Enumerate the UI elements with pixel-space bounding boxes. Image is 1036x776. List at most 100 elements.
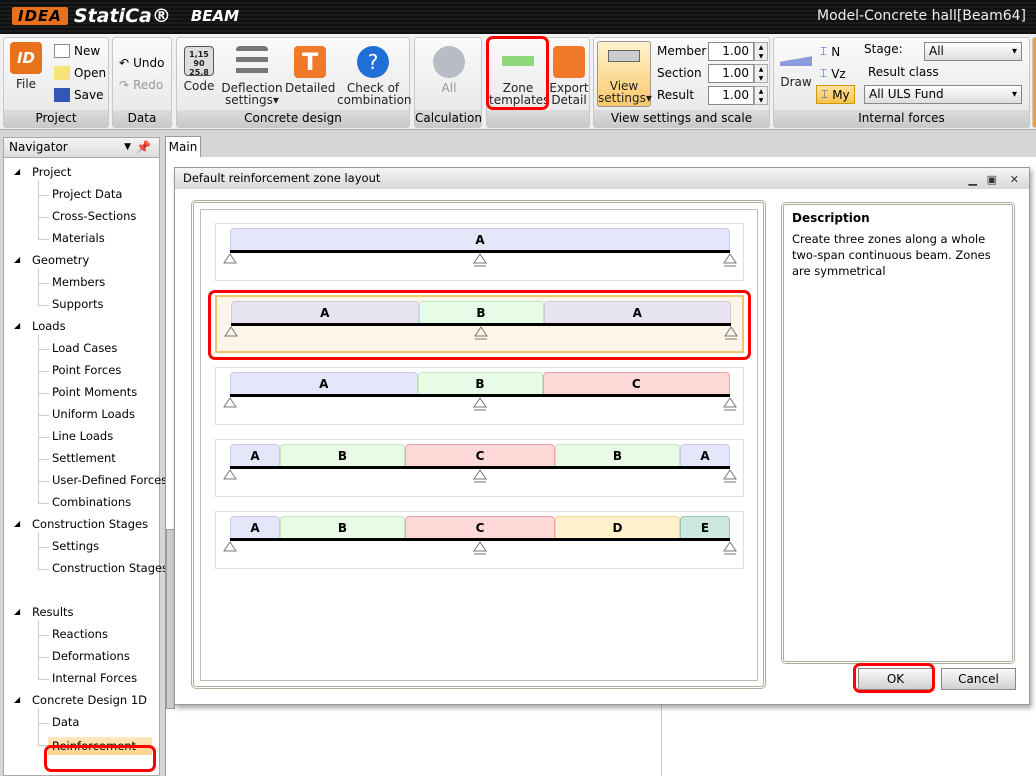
member-spinner[interactable]: ▲ ▼ <box>754 42 768 61</box>
deflection-settings-button[interactable]: Deflection settings▾ <box>221 46 283 106</box>
detailed-icon: T <box>294 46 326 78</box>
nav-group[interactable]: Project <box>32 165 71 179</box>
result-label: Result <box>657 88 695 102</box>
undo-button[interactable]: ↶ Undo <box>119 56 164 70</box>
template-item[interactable]: ABCDE <box>215 511 744 569</box>
nav-group[interactable]: Geometry <box>32 253 89 267</box>
zone-c: C <box>405 444 555 467</box>
nav-item[interactable]: Settings <box>52 539 99 553</box>
template-item[interactable]: A <box>215 223 744 281</box>
n-button[interactable]: ⌶ N <box>820 44 840 59</box>
calculate-all-button[interactable]: All <box>429 46 469 94</box>
draw-label: Draw <box>780 75 812 89</box>
tree-connector <box>39 547 49 548</box>
templates-list[interactable]: AABAABCABCBAABCDE <box>200 209 758 681</box>
tree-connector <box>39 459 49 460</box>
nav-item[interactable]: Construction Stages <box>52 561 168 575</box>
save-button[interactable]: Save <box>54 88 103 102</box>
template-item[interactable]: ABC <box>215 367 744 425</box>
nav-item[interactable]: Supports <box>52 297 103 311</box>
template-item[interactable]: ABCBA <box>215 439 744 497</box>
result-spinner[interactable]: ▲ ▼ <box>754 86 768 105</box>
result-scale-input[interactable]: 1.00 <box>708 86 754 105</box>
my-label: My <box>832 87 850 102</box>
nav-item[interactable]: Settlement <box>52 451 116 465</box>
export-icon <box>553 46 585 78</box>
nav-item[interactable]: Deformations <box>52 649 130 663</box>
check-label-2: combination <box>337 93 412 107</box>
nav-item[interactable]: Point Forces <box>52 363 121 377</box>
my-button[interactable]: ⌶ My <box>816 85 855 104</box>
section-label: Section <box>657 66 702 80</box>
ribbon: ID File New Open Save Project ↶ Undo ↷ Red… <box>0 34 1036 130</box>
nav-item[interactable]: Internal Forces <box>52 671 137 685</box>
nav-item[interactable]: Reactions <box>52 627 108 641</box>
group-concrete-design: 1,15 90 25.8 Code Deflection settings▾ T De… <box>176 37 412 128</box>
nav-item[interactable]: Uniform Loads <box>52 407 135 421</box>
draw-button[interactable]: Draw <box>778 52 814 88</box>
redo-button[interactable]: ↷ Redo <box>119 78 163 92</box>
navigator-title: Navigator <box>9 140 68 154</box>
nav-item[interactable]: Point Moments <box>52 385 137 399</box>
code-button[interactable]: 1,15 90 25.8 Code <box>181 46 217 92</box>
undo-icon: ↶ <box>119 56 130 70</box>
zone-a: A <box>230 372 418 395</box>
nav-item[interactable]: Project Data <box>52 187 122 201</box>
expand-icon[interactable]: ◢ <box>14 321 20 330</box>
open-button[interactable]: Open <box>54 66 106 80</box>
nav-item[interactable]: User-Defined Forces <box>52 473 167 487</box>
pin-icon[interactable]: 📌 <box>136 138 151 157</box>
nav-item[interactable]: Members <box>52 275 105 289</box>
gear-icon <box>433 46 465 78</box>
detailed-button[interactable]: T Detailed <box>285 46 335 94</box>
tree-connector <box>39 679 49 680</box>
group-label: Concrete design <box>177 110 409 127</box>
tab-main[interactable]: Main <box>165 136 201 158</box>
nav-group[interactable]: Concrete Design 1D <box>32 693 147 707</box>
code-label: Code <box>183 79 215 93</box>
section-spinner[interactable]: ▲ ▼ <box>754 64 768 83</box>
zone-d: D <box>555 516 680 539</box>
new-label: New <box>74 44 101 58</box>
expand-icon[interactable]: ◢ <box>14 695 20 704</box>
new-button[interactable]: New <box>54 44 100 58</box>
support-icon <box>723 469 737 483</box>
view-label-2: settings <box>598 91 646 105</box>
nav-item[interactable]: Line Loads <box>52 429 113 443</box>
nav-group[interactable]: Loads <box>32 319 66 333</box>
nav-item[interactable]: Cross-Sections <box>52 209 136 223</box>
check-combination-button[interactable]: ? Check of combination <box>337 46 412 107</box>
dropdown-icon[interactable]: ▼ <box>124 138 131 157</box>
expand-icon[interactable]: ◢ <box>14 519 20 528</box>
nav-item[interactable]: Combinations <box>52 495 131 509</box>
tree-connector <box>39 239 49 240</box>
close-icon[interactable]: ✕ <box>1010 169 1019 190</box>
nav-item[interactable]: Materials <box>52 231 105 245</box>
file-icon: ID <box>10 42 42 74</box>
zone-a: A <box>230 444 280 467</box>
member-scale-input[interactable]: 1.00 <box>708 42 754 61</box>
minimize-icon[interactable]: ▁ <box>969 169 977 190</box>
nav-group[interactable]: Results <box>32 605 74 619</box>
maximize-icon[interactable]: ▣ <box>987 169 997 190</box>
support-icon <box>223 253 237 264</box>
support-icon <box>473 541 487 555</box>
tree-line <box>38 268 39 306</box>
cancel-button[interactable]: Cancel <box>941 668 1016 690</box>
expand-icon[interactable]: ◢ <box>14 167 20 176</box>
file-button[interactable]: ID File <box>8 42 44 90</box>
result-class-select[interactable]: All ULS Fund <box>864 85 1022 104</box>
support-icon <box>473 469 487 483</box>
stage-select[interactable]: All <box>924 42 1022 61</box>
support-icon <box>223 541 237 552</box>
expand-icon[interactable]: ◢ <box>14 607 20 616</box>
vz-button[interactable]: ⌶ Vz <box>820 66 846 81</box>
export-detail-button[interactable]: Export Detail <box>549 46 589 106</box>
section-scale-input[interactable]: 1.00 <box>708 64 754 83</box>
tree-line <box>38 620 39 680</box>
expand-icon[interactable]: ◢ <box>14 255 20 264</box>
nav-group[interactable]: Construction Stages <box>32 517 148 531</box>
nav-item[interactable]: Load Cases <box>52 341 117 355</box>
view-settings-button[interactable]: View settings▾ <box>597 41 652 107</box>
nav-item[interactable]: Data <box>52 715 79 729</box>
